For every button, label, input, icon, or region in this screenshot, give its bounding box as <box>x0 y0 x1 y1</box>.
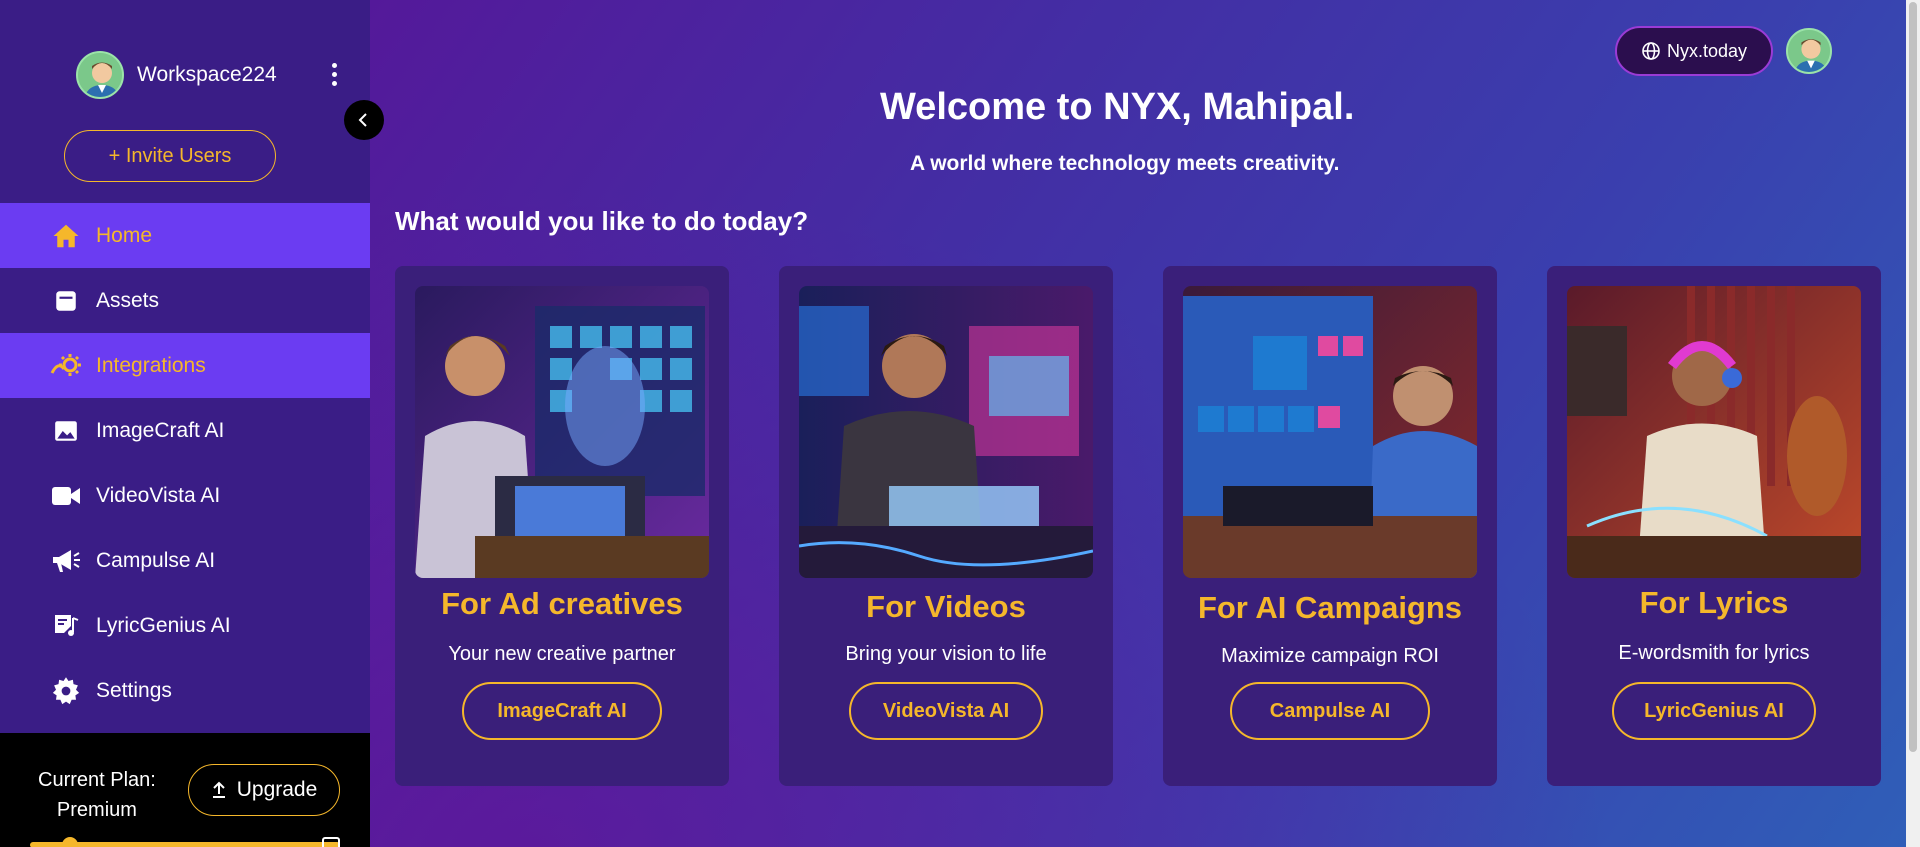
globe-icon <box>1642 42 1660 60</box>
card-title: For AI Campaigns <box>1197 590 1463 625</box>
sidebar-item-integrations[interactable]: Integrations <box>0 333 370 398</box>
tagline: A world where technology meets creativit… <box>910 152 1340 175</box>
upload-arrow-icon <box>212 781 225 798</box>
sidebar: Workspace224 + Invite Users Home Assets … <box>0 0 370 847</box>
sidebar-nav: Home Assets Integrations ImageCraft AI V… <box>0 203 370 723</box>
video-icon <box>50 480 82 512</box>
home-icon <box>50 220 82 252</box>
card-subtitle: Bring your vision to life <box>845 643 1047 665</box>
sidebar-item-label: Integrations <box>96 353 206 377</box>
section-question: What would you like to do today? <box>395 206 809 236</box>
image-icon <box>50 415 82 447</box>
usage-slider-end <box>322 837 340 847</box>
sidebar-item-home[interactable]: Home <box>0 203 370 268</box>
usage-slider-thumb[interactable] <box>62 837 78 847</box>
scrollbar[interactable] <box>1906 0 1920 847</box>
avatar[interactable] <box>76 51 124 99</box>
sidebar-item-label: VideoVista AI <box>96 483 221 507</box>
site-link-button[interactable]: Nyx.today <box>1615 26 1773 76</box>
current-plan-text: Current Plan: Premium <box>38 765 156 825</box>
card-title: For Ad creatives <box>441 586 683 621</box>
upgrade-label: Upgrade <box>236 778 318 801</box>
workspace-name: Workspace224 <box>137 63 277 86</box>
invite-users-button[interactable]: + Invite Users <box>64 130 276 182</box>
card-ad-creatives: For Ad creatives Your new creative partn… <box>395 266 729 786</box>
megaphone-icon <box>50 545 82 577</box>
campulse-button[interactable]: Campulse AI <box>1230 682 1430 740</box>
card-title: For Lyrics <box>1639 585 1789 620</box>
sidebar-item-label: Settings <box>96 678 172 702</box>
lyrics-illustration <box>1567 286 1861 578</box>
videos-illustration <box>799 286 1093 578</box>
sidebar-item-lyricgenius[interactable]: LyricGenius AI <box>0 593 370 658</box>
scrollbar-thumb[interactable] <box>1909 2 1917 752</box>
user-avatar-icon <box>78 53 122 97</box>
site-label: Nyx.today <box>1666 40 1748 61</box>
welcome-heading: Welcome to NYX, Mahipal. <box>880 86 1355 128</box>
imagecraft-button[interactable]: ImageCraft AI <box>462 682 662 740</box>
card-subtitle: E-wordsmith for lyrics <box>1618 642 1810 664</box>
ad-creatives-illustration <box>415 286 709 578</box>
gear-icon <box>50 675 82 707</box>
sidebar-item-imagecraft[interactable]: ImageCraft AI <box>0 398 370 463</box>
card-subtitle: Your new creative partner <box>448 643 676 665</box>
lyricgenius-button[interactable]: LyricGenius AI <box>1612 682 1816 740</box>
card-ai-campaigns: For AI Campaigns Maximize campaign ROI C… <box>1163 266 1497 786</box>
sidebar-item-label: LyricGenius AI <box>96 613 231 637</box>
sidebar-item-campulse[interactable]: Campulse AI <box>0 528 370 593</box>
campaigns-illustration <box>1183 286 1477 578</box>
card-subtitle: Maximize campaign ROI <box>1221 645 1439 667</box>
plan-panel: Current Plan: Premium Upgrade <box>0 733 370 847</box>
workspace-header[interactable]: Workspace224 <box>76 51 277 99</box>
videovista-button[interactable]: VideoVista AI <box>849 682 1043 740</box>
chevron-left-icon <box>358 113 367 127</box>
lyrics-icon <box>50 610 82 642</box>
sidebar-item-label: Home <box>96 223 153 247</box>
sidebar-item-settings[interactable]: Settings <box>0 658 370 723</box>
plan-name: Premium <box>56 799 137 821</box>
card-lyrics: For Lyrics E-wordsmith for lyrics LyricG… <box>1547 266 1881 786</box>
card-videos: For Videos Bring your vision to life Vid… <box>779 266 1113 786</box>
upgrade-button[interactable]: Upgrade <box>188 764 340 816</box>
assets-icon <box>50 285 82 317</box>
more-options-icon[interactable] <box>330 63 338 86</box>
sidebar-item-label: Campulse AI <box>96 548 216 572</box>
plan-label: Current Plan: <box>38 769 156 791</box>
sidebar-item-label: ImageCraft AI <box>96 418 225 442</box>
sidebar-item-videovista[interactable]: VideoVista AI <box>0 463 370 528</box>
sidebar-item-label: Assets <box>96 288 160 312</box>
profile-avatar[interactable] <box>1786 28 1832 74</box>
integrations-icon <box>50 350 82 382</box>
card-title: For Videos <box>866 589 1026 624</box>
collapse-sidebar-button[interactable] <box>344 100 384 140</box>
sidebar-item-assets[interactable]: Assets <box>0 268 370 333</box>
